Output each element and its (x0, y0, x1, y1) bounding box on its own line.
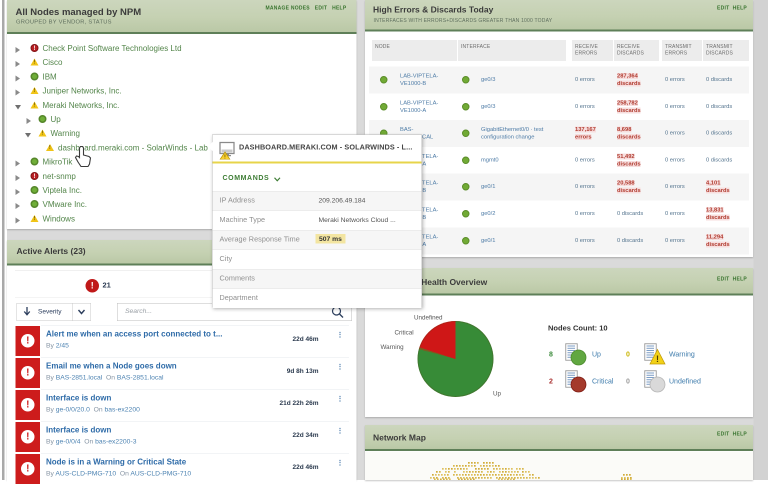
svg-text:!: ! (656, 354, 659, 364)
